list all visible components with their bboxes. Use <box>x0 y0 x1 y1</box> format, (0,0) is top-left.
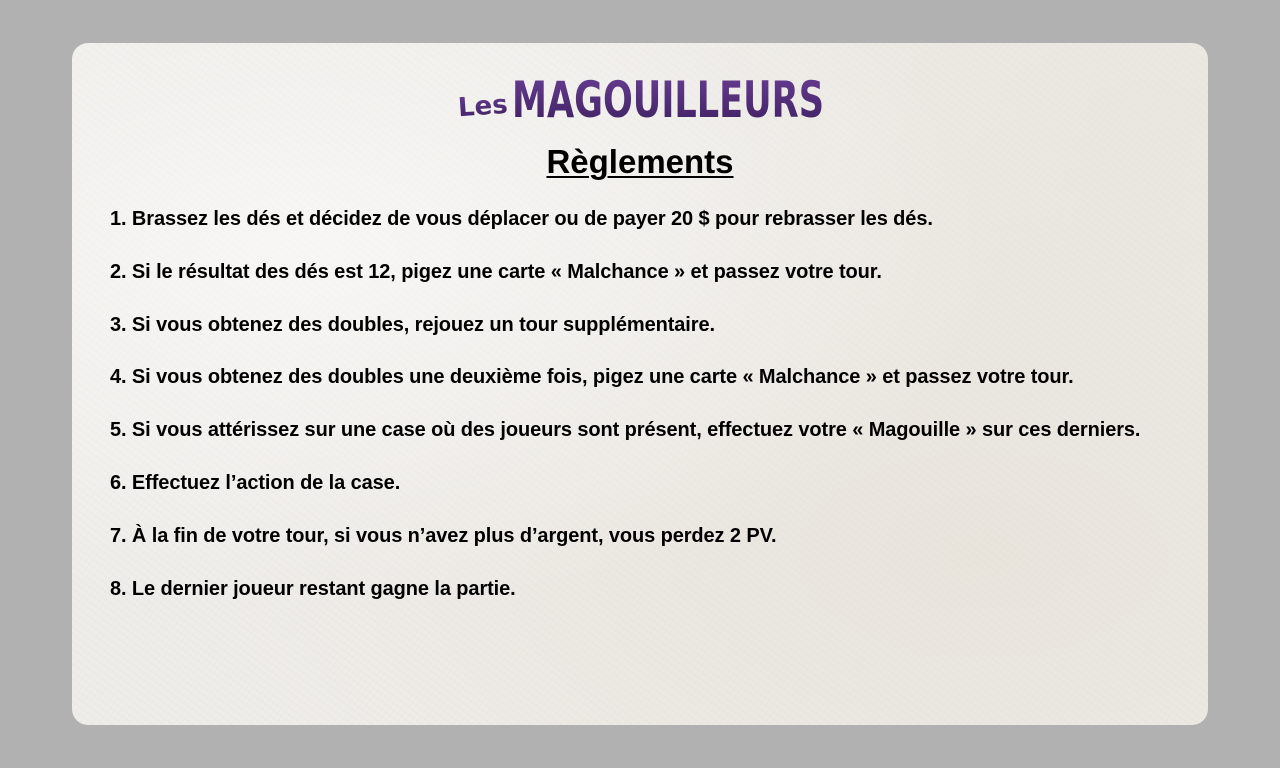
rule-item: 6. Effectuez l’action de la case. <box>110 471 401 494</box>
rules-list: 1. Brassez les dés et décidez de vous dé… <box>110 207 1140 629</box>
rule-item: 5. Si vous attérissez sur une case où de… <box>110 419 1141 442</box>
rule-item: 3. Si vous obtenez des doubles, rejouez … <box>110 313 715 336</box>
rule-item: 4. Si vous obtenez des doubles une deuxi… <box>110 366 1074 389</box>
game-screen: Les MAGOUILLEURS Règlements 1. Brassez l… <box>0 0 1280 768</box>
logo-small-text: Les <box>457 90 509 123</box>
rule-item: 8. Le dernier joueur restant gagne la pa… <box>110 577 516 600</box>
rule-item: 1. Brassez les dés et décidez de vous dé… <box>110 208 933 230</box>
page-title: Règlements <box>546 143 734 180</box>
rule-item: 7. À la fin de votre tour, si vous n’ave… <box>110 524 777 547</box>
game-logo: Les MAGOUILLEURS <box>456 67 828 123</box>
rules-panel: Les MAGOUILLEURS Règlements 1. Brassez l… <box>72 43 1208 725</box>
logo-main-text: MAGOUILLEURS <box>512 71 824 123</box>
rule-item: 2. Si le résultat des dés est 12, pigez … <box>110 260 882 283</box>
